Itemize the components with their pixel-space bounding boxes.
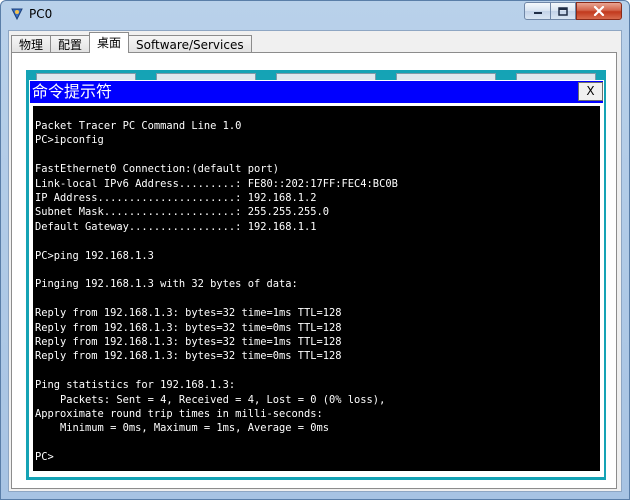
command-prompt-title: 命令提示符 <box>32 82 113 101</box>
tab-desktop[interactable]: 桌面 <box>89 32 130 53</box>
desktop-area: 命令提示符 X Packet Tracer PC Command Line 1.… <box>26 70 606 480</box>
terminal-line: PC>ipconfig <box>35 134 104 147</box>
terminal-line: Subnet Mask.....................: 255.25… <box>35 206 330 219</box>
terminal-output[interactable]: Packet Tracer PC Command Line 1.0 PC>ipco… <box>33 106 600 471</box>
minimize-button[interactable] <box>524 2 551 20</box>
title-bar[interactable]: PC0 <box>1 1 629 29</box>
terminal-line: FastEthernet0 Connection:(default port) <box>35 163 279 176</box>
desktop-tab-panel: 命令提示符 X Packet Tracer PC Command Line 1.… <box>11 52 617 489</box>
terminal-line: IP Address......................: 192.16… <box>35 192 317 204</box>
terminal-line: Ping statistics for 192.168.1.3: <box>35 379 236 392</box>
tab-config[interactable]: 配置 <box>50 35 91 53</box>
tab-physical[interactable]: 物理 <box>11 35 52 53</box>
terminal-line: Approximate round trip times in milli-se… <box>35 408 323 420</box>
terminal-line: Reply from 192.168.1.3: bytes=32 time=0m… <box>35 321 342 334</box>
tab-software-services[interactable]: Software/Services <box>128 35 252 53</box>
pc0-window: PC0 物理 配置 桌面 Software/Services 命令提示符 X P… <box>0 0 630 500</box>
command-prompt-window: 命令提示符 X Packet Tracer PC Command Line 1.… <box>29 80 604 477</box>
maximize-icon <box>558 6 568 16</box>
window-client-area: 物理 配置 桌面 Software/Services 命令提示符 X Packe… <box>8 30 622 492</box>
command-prompt-close-button[interactable]: X <box>578 82 603 101</box>
tab-strip: 物理 配置 桌面 Software/Services <box>11 32 252 53</box>
terminal-line: Packets: Sent = 4, Received = 4, Lost = … <box>35 393 386 406</box>
maximize-button[interactable] <box>550 2 576 20</box>
close-button[interactable] <box>576 2 622 20</box>
command-prompt-title-bar: 命令提示符 X <box>30 81 603 103</box>
packet-tracer-icon <box>11 8 23 21</box>
terminal-line: PC>ping 192.168.1.3 <box>35 249 154 262</box>
close-icon <box>593 6 605 16</box>
terminal-line: Reply from 192.168.1.3: bytes=32 time=1m… <box>35 307 342 320</box>
minimize-icon <box>533 12 542 14</box>
terminal-line: Link-local IPv6 Address.........: FE80::… <box>35 177 398 190</box>
terminal-line: Pinging 192.168.1.3 with 32 bytes of dat… <box>35 278 298 291</box>
terminal-line: Default Gateway.................: 192.16… <box>35 220 317 233</box>
terminal-line: Reply from 192.168.1.3: bytes=32 time=0m… <box>35 350 342 363</box>
terminal-line: Minimum = 0ms, Maximum = 1ms, Average = … <box>35 422 330 435</box>
terminal-line: Reply from 192.168.1.3: bytes=32 time=1m… <box>35 336 342 348</box>
window-title: PC0 <box>29 7 53 21</box>
terminal-line: Packet Tracer PC Command Line 1.0 <box>35 120 242 132</box>
terminal-line: PC> <box>35 451 54 464</box>
